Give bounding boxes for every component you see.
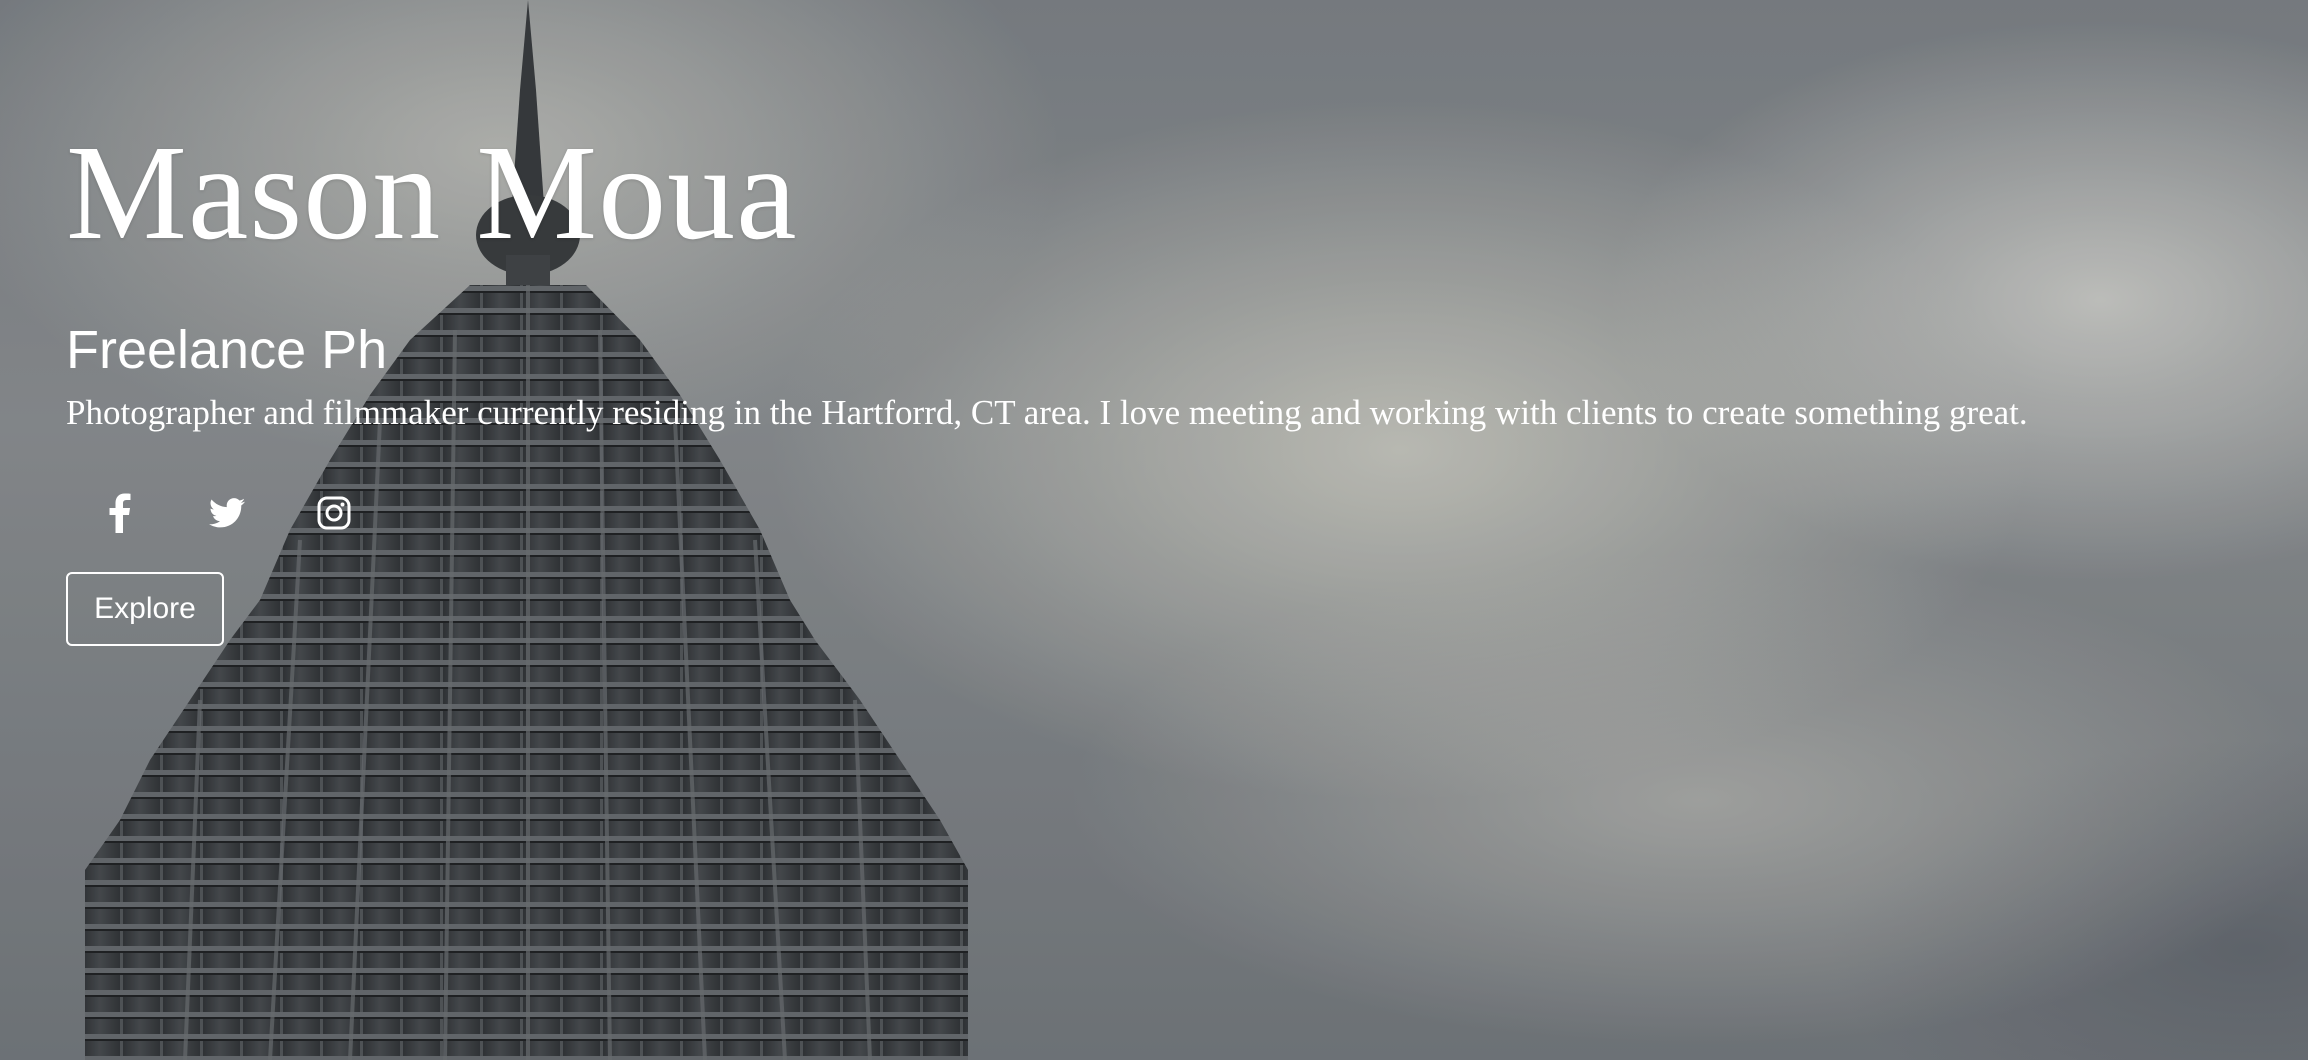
page-title: Mason Moua — [66, 118, 798, 268]
instagram-icon — [317, 496, 350, 530]
tagline: Freelance Ph — [66, 320, 388, 380]
hero-content: Mason Moua Freelance Ph Photographer and… — [66, 118, 2306, 646]
twitter-icon — [208, 498, 245, 528]
twitter-link[interactable] — [173, 483, 280, 543]
bio-text: Photographer and filmmaker currently res… — [66, 393, 2028, 432]
hero-section: Mason Moua Freelance Ph Photographer and… — [0, 0, 2308, 1060]
explore-button[interactable]: Explore — [66, 572, 224, 646]
instagram-link[interactable] — [280, 483, 387, 543]
facebook-icon — [109, 493, 130, 533]
social-links — [66, 483, 2306, 543]
facebook-link[interactable] — [66, 483, 173, 543]
